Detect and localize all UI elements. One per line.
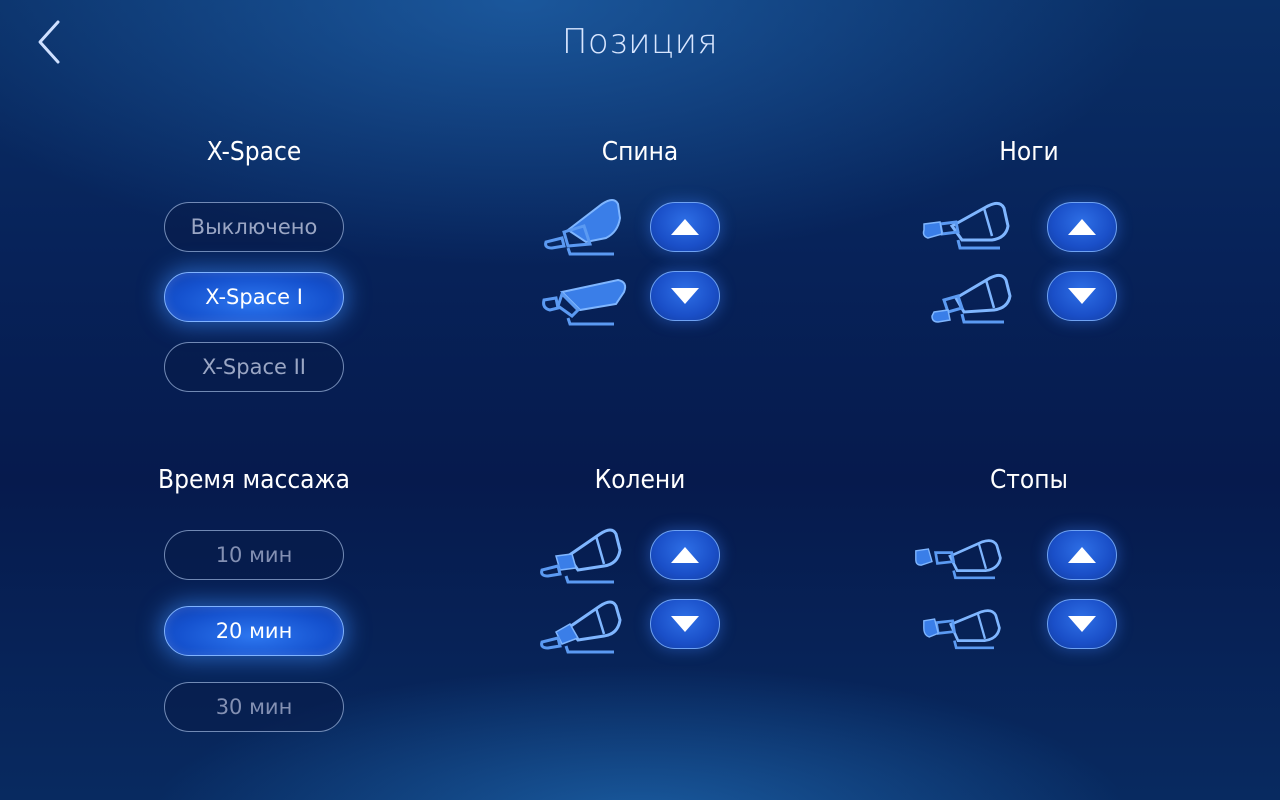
knees-down-button[interactable]	[650, 599, 720, 649]
xspace-option-off[interactable]: Выключено	[164, 202, 344, 252]
knees-up-button[interactable]	[650, 530, 720, 580]
back-down-button[interactable]	[650, 271, 720, 321]
xspace-option-1[interactable]: X-Space I	[164, 272, 344, 322]
legs-down-button[interactable]	[1047, 271, 1117, 321]
chair-knees-up-icon	[540, 528, 622, 584]
chair-back-down-icon	[542, 278, 627, 326]
xspace-option-2[interactable]: X-Space II	[164, 342, 344, 392]
legs-section-title: Ноги	[999, 137, 1059, 167]
time-option-30[interactable]: 30 мин	[164, 682, 344, 732]
massage-time-title: Время массажа	[158, 465, 350, 495]
arrow-up-icon	[671, 219, 699, 235]
arrow-down-icon	[671, 288, 699, 304]
time-option-20[interactable]: 20 мин	[164, 606, 344, 656]
arrow-up-icon	[1068, 547, 1096, 563]
chair-feet-down-icon	[923, 609, 1001, 650]
back-section-title: Спина	[601, 137, 679, 167]
arrow-up-icon	[1068, 219, 1096, 235]
page-title: Позиция	[561, 22, 719, 62]
feet-down-button[interactable]	[1047, 599, 1117, 649]
xspace-title: X-Space	[206, 137, 302, 167]
knees-section-title: Колени	[594, 465, 686, 495]
chair-legs-up-icon	[922, 201, 1010, 250]
feet-section-title: Стопы	[989, 465, 1069, 495]
arrow-down-icon	[1068, 616, 1096, 632]
feet-up-button[interactable]	[1047, 530, 1117, 580]
chair-back-up-icon	[544, 199, 622, 256]
back-up-button[interactable]	[650, 202, 720, 252]
arrow-down-icon	[1068, 288, 1096, 304]
chair-feet-up-icon	[915, 539, 1002, 580]
time-option-10[interactable]: 10 мин	[164, 530, 344, 580]
chair-knees-down-icon	[540, 600, 622, 654]
arrow-up-icon	[671, 547, 699, 563]
chair-legs-down-icon	[931, 273, 1012, 324]
legs-up-button[interactable]	[1047, 202, 1117, 252]
arrow-down-icon	[671, 616, 699, 632]
